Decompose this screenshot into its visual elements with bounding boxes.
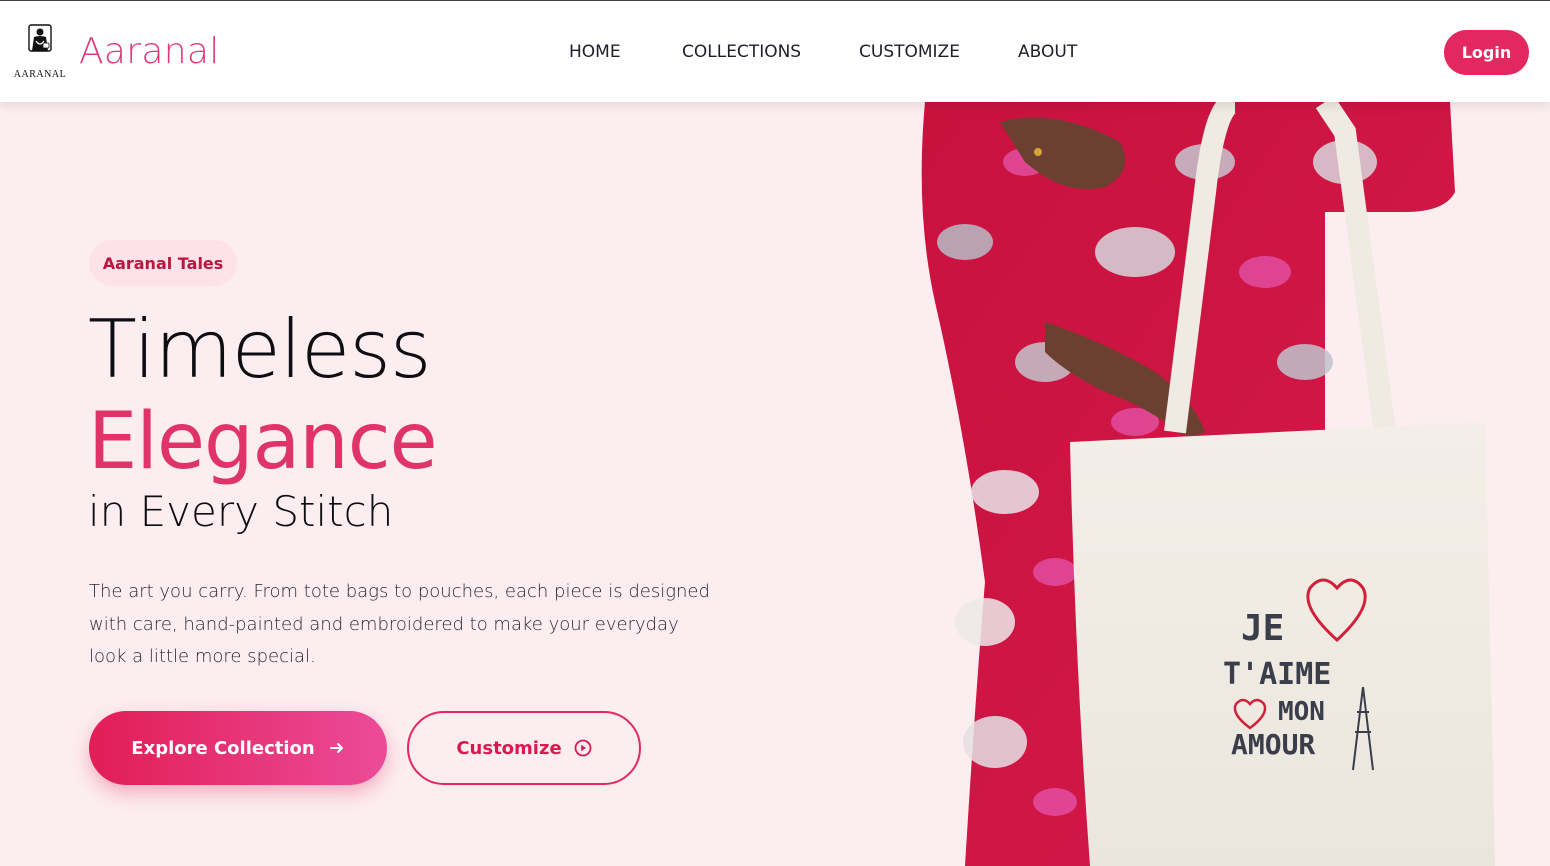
logo-icon[interactable]: AARANAL <box>10 23 70 83</box>
bag-print-line3: MON <box>1278 697 1325 727</box>
arrow-right-icon <box>329 743 343 753</box>
hero-product-image: JE T'AIME MON AMOUR <box>921 102 1495 866</box>
bag-print-line2: T'AIME <box>1223 657 1331 692</box>
hero-title-line1: Timeless <box>88 303 432 396</box>
explore-collection-label: Explore Collection <box>131 737 315 759</box>
bag-print-line1: JE <box>1241 608 1284 649</box>
play-circle-icon <box>574 739 592 757</box>
nav-home[interactable]: HOME <box>569 42 621 62</box>
nav-collections[interactable]: COLLECTIONS <box>682 42 801 62</box>
site-header: AARANAL Aaranal HOME COLLECTIONS CUSTOMI… <box>0 1 1550 102</box>
customize-button[interactable]: Customize <box>407 711 641 785</box>
brand-name[interactable]: Aaranal <box>79 31 220 72</box>
hero-title-line2: Elegance <box>88 397 438 487</box>
customize-label: Customize <box>456 737 562 759</box>
nav-customize[interactable]: CUSTOMIZE <box>859 42 960 62</box>
logo-figure-icon <box>28 24 52 52</box>
hero-description: The art you carry. From tote bags to pou… <box>89 581 710 667</box>
bag-print-line4: AMOUR <box>1231 728 1315 761</box>
tag-pill: Aaranal Tales <box>89 240 237 286</box>
login-button[interactable]: Login <box>1444 30 1529 75</box>
hero-title-line3: in Every Stitch <box>88 487 394 536</box>
logo-text: AARANAL <box>13 69 67 80</box>
explore-collection-button[interactable]: Explore Collection <box>89 711 387 785</box>
nav-about[interactable]: ABOUT <box>1018 42 1077 62</box>
